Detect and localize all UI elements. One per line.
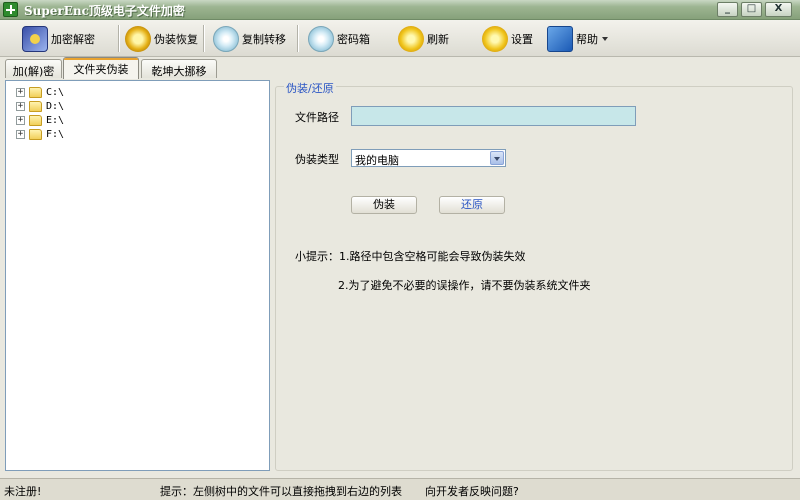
tab-bar: 加(解)密 文件夹伪装 乾坤大挪移: [0, 57, 800, 79]
folder-tree[interactable]: + C:\ + D:\ + E:\ + F:\: [5, 80, 270, 471]
title-bar: SuperEnc顶级电子文件加密 _ □ X: [0, 0, 800, 20]
path-label: 文件路径: [295, 111, 339, 124]
chevron-down-icon[interactable]: [490, 151, 504, 165]
tree-item-label: E:\: [46, 114, 65, 126]
folder-icon: [29, 114, 42, 126]
toolbar-separator: [297, 25, 299, 52]
status-hint: 提示：左侧树中的文件可以直接拖拽到右边的列表: [160, 485, 402, 498]
expand-icon[interactable]: +: [16, 129, 25, 139]
tree-item-label: C:\: [46, 86, 65, 98]
tree-item-drive-c[interactable]: + C:\: [16, 85, 64, 99]
expand-icon[interactable]: +: [16, 115, 25, 125]
encrypt-decrypt-button[interactable]: 加密解密: [22, 23, 95, 54]
minimize-button[interactable]: _: [717, 2, 738, 17]
disguise-restore-label: 伪装恢复: [154, 32, 198, 46]
tree-item-label: D:\: [46, 100, 65, 112]
group-title: 伪装/还原: [284, 80, 336, 96]
app-icon: [3, 2, 18, 17]
gear-icon: [125, 25, 151, 52]
settings-button[interactable]: 设置: [482, 23, 533, 54]
tab-folder-disguise[interactable]: 文件夹伪装: [63, 57, 139, 79]
film-icon: [22, 25, 48, 52]
folder-icon: [29, 100, 42, 112]
expand-icon[interactable]: +: [16, 87, 25, 97]
tip-line-2: 2.为了避免不必要的误操作，请不要伪装系统文件夹: [338, 279, 591, 292]
tree-item-drive-e[interactable]: + E:\: [16, 113, 64, 127]
tab-encrypt[interactable]: 加(解)密: [5, 59, 62, 78]
help-button[interactable]: 帮助: [547, 23, 608, 54]
password-box-button[interactable]: 密码箱: [308, 23, 370, 54]
path-input[interactable]: [351, 106, 636, 126]
refresh-label: 刷新: [427, 32, 449, 46]
disguise-button[interactable]: 伪装: [351, 196, 417, 214]
toolbar: 加密解密 伪装恢复 复制转移 密码箱 刷新 设置 帮助: [0, 20, 800, 57]
copy-move-label: 复制转移: [242, 32, 286, 46]
disguise-panel: 伪装/还原: [272, 79, 797, 471]
status-bar: 未注册! 提示：左侧树中的文件可以直接拖拽到右边的列表 向开发者反映问题?: [0, 478, 800, 500]
disc-icon: [308, 25, 334, 52]
password-box-label: 密码箱: [337, 32, 370, 46]
sun-icon: [398, 25, 424, 52]
encrypt-decrypt-label: 加密解密: [51, 32, 95, 46]
folder-icon: [29, 86, 42, 98]
window-title: SuperEnc顶级电子文件加密: [24, 4, 185, 18]
registration-status: 未注册!: [4, 485, 42, 498]
disguise-type-value: 我的电脑: [355, 154, 399, 167]
disguise-restore-button[interactable]: 伪装恢复: [125, 23, 198, 54]
tab-move[interactable]: 乾坤大挪移: [141, 59, 217, 78]
disc-icon: [213, 25, 239, 52]
tree-item-label: F:\: [46, 128, 65, 140]
restore-button[interactable]: 还原: [439, 196, 505, 214]
tree-item-drive-d[interactable]: + D:\: [16, 99, 64, 113]
copy-move-button[interactable]: 复制转移: [213, 23, 286, 54]
toolbar-separator: [203, 25, 205, 52]
close-button[interactable]: X: [765, 2, 792, 17]
toolbar-separator: [118, 25, 120, 52]
help-label: 帮助: [576, 32, 598, 46]
refresh-button[interactable]: 刷新: [398, 23, 449, 54]
maximize-button[interactable]: □: [741, 2, 762, 17]
tip-line-1: 小提示：1.路径中包含空格可能会导致伪装失效: [295, 250, 526, 263]
tree-item-drive-f[interactable]: + F:\: [16, 127, 64, 141]
sun-icon: [482, 25, 508, 52]
folder-icon: [29, 128, 42, 140]
feedback-link[interactable]: 向开发者反映问题?: [425, 483, 519, 499]
settings-label: 设置: [511, 32, 533, 46]
expand-icon[interactable]: +: [16, 101, 25, 111]
chevron-down-icon: [602, 36, 608, 41]
type-label: 伪装类型: [295, 153, 339, 166]
cube-icon: [547, 25, 573, 52]
disguise-type-select[interactable]: 我的电脑: [351, 149, 506, 167]
